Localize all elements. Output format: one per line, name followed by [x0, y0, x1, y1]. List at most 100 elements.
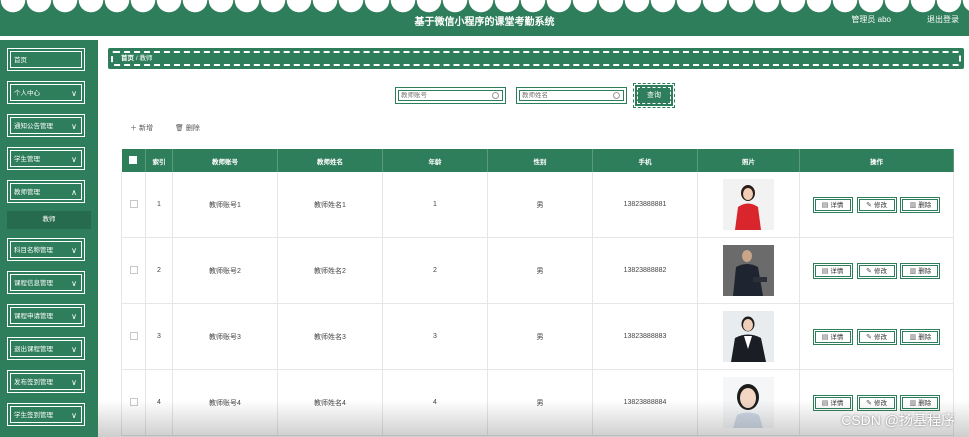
trash-icon: ▥ — [909, 399, 917, 407]
search-icon — [613, 92, 620, 99]
account-cell: 教师账号4 — [172, 369, 278, 436]
query-button[interactable]: 查询 — [633, 83, 675, 108]
column-header: 操作 — [799, 149, 954, 172]
pencil-icon: ✎ — [866, 267, 872, 275]
row-checkbox[interactable] — [129, 199, 138, 208]
app-title: 基于微信小程序的课堂考勤系统 — [414, 17, 555, 28]
teacher-photo — [723, 179, 774, 230]
detail-button[interactable]: ▤ 详情 — [812, 262, 853, 279]
search-icon — [492, 92, 499, 99]
account-cell: 教师账号1 — [172, 172, 278, 238]
column-header: 手机 — [592, 149, 698, 172]
age-cell: 1 — [382, 172, 488, 238]
sidebar-item-course-apply[interactable]: 课程申请管理 ∨ — [7, 304, 85, 327]
watermark: CSDN @扬基程序 — [841, 412, 955, 428]
pencil-icon: ✎ — [866, 201, 872, 209]
chevron-down-icon: ∨ — [71, 345, 77, 354]
row-checkbox[interactable] — [129, 397, 138, 406]
breadcrumb-current: 教师 — [139, 55, 153, 62]
select-all-cell — [121, 149, 146, 172]
phone-cell: 13823888884 — [592, 369, 698, 436]
sidebar-item-label: 课程信息管理 — [14, 280, 53, 287]
column-header: 年龄 — [382, 149, 488, 172]
document-icon: ▤ — [821, 333, 829, 341]
trash-icon: 🗑 — [175, 125, 186, 132]
detail-button[interactable]: ▤ 详情 — [812, 394, 853, 411]
pencil-icon: ✎ — [866, 333, 872, 341]
row-checkbox[interactable] — [129, 331, 138, 340]
sidebar-item-label: 首页 — [14, 57, 27, 64]
edit-button[interactable]: ✎ 修改 — [856, 262, 897, 279]
gender-cell: 男 — [487, 237, 593, 304]
phone-cell: 13823888882 — [592, 237, 698, 304]
sidebar-item-label: 科目名称管理 — [14, 247, 53, 254]
trash-icon: ▥ — [909, 267, 917, 275]
sidebar-item-home[interactable]: 首页 — [7, 48, 85, 71]
sidebar-item-notice[interactable]: 通知公告管理 ∨ — [7, 114, 85, 137]
name-cell: 教师姓名3 — [277, 303, 383, 370]
table-row: 3 教师账号3 教师姓名3 3 男 13823888883 ▤ 详情 ✎ 修改 … — [121, 303, 954, 370]
sidebar-item-label: 发布签到管理 — [14, 379, 53, 386]
sidebar-item-label: 退出课程管理 — [14, 346, 53, 353]
index-cell: 2 — [145, 237, 173, 304]
teacher-account-input[interactable] — [401, 92, 486, 99]
add-button[interactable]: ＋ 新增 — [130, 123, 153, 133]
edit-button[interactable]: ✎ 修改 — [856, 328, 897, 345]
row-checkbox[interactable] — [129, 265, 138, 274]
sidebar-item-teachers[interactable]: 教师管理 ∧ — [7, 180, 85, 203]
phone-cell: 13823888881 — [592, 172, 698, 238]
logout-link[interactable]: 退出登录 — [927, 14, 959, 25]
trash-icon: ▥ — [909, 201, 917, 209]
detail-button[interactable]: ▤ 详情 — [812, 328, 853, 345]
sidebar-item-course-quit[interactable]: 退出课程管理 ∨ — [7, 337, 85, 360]
gender-cell: 男 — [487, 369, 593, 436]
sidebar-item-label: 个人中心 — [14, 90, 40, 97]
table-row: 4 教师账号4 教师姓名4 4 男 13823888884 ▤ 详情 ✎ 修改 … — [121, 369, 954, 436]
delete-button[interactable]: ▥ 删除 — [900, 262, 941, 279]
sidebar-item-student-signin[interactable]: 学生签到管理 ∨ — [7, 403, 85, 426]
sidebar-item-courses[interactable]: 课程信息管理 ∨ — [7, 271, 85, 294]
gender-cell: 男 — [487, 303, 593, 370]
name-cell: 教师姓名1 — [277, 172, 383, 238]
sidebar-subitem-teacher[interactable]: 教师 — [7, 211, 91, 229]
sidebar-item-publish-signin[interactable]: 发布签到管理 ∨ — [7, 370, 85, 393]
teacher-photo — [723, 245, 774, 296]
chevron-down-icon: ∨ — [71, 246, 77, 255]
admin-name: 管理员 abo — [851, 15, 891, 24]
index-cell: 3 — [145, 303, 173, 370]
sidebar-item-label: 课程申请管理 — [14, 313, 53, 320]
detail-button[interactable]: ▤ 详情 — [812, 196, 853, 213]
sidebar-item-subjects[interactable]: 科目名称管理 ∨ — [7, 238, 85, 261]
column-header: 性别 — [487, 149, 593, 172]
chevron-down-icon: ∨ — [71, 378, 77, 387]
edit-button[interactable]: ✎ 修改 — [856, 394, 897, 411]
age-cell: 4 — [382, 369, 488, 436]
name-cell: 教师姓名4 — [277, 369, 383, 436]
account-cell: 教师账号2 — [172, 237, 278, 304]
index-cell: 1 — [145, 172, 173, 238]
delete-button[interactable]: ▥ 删除 — [900, 394, 941, 411]
delete-button[interactable]: ▥ 删除 — [900, 328, 941, 345]
pencil-icon: ✎ — [866, 399, 872, 407]
batch-delete-button[interactable]: 🗑 删除 — [175, 123, 200, 133]
chevron-down-icon: ∨ — [71, 89, 77, 98]
document-icon: ▤ — [821, 267, 829, 275]
teacher-name-input[interactable] — [522, 92, 607, 99]
document-icon: ▤ — [821, 399, 829, 407]
edit-button[interactable]: ✎ 修改 — [856, 196, 897, 213]
column-header: 教师账号 — [172, 149, 278, 172]
column-header: 教师姓名 — [277, 149, 383, 172]
select-all-checkbox[interactable] — [129, 155, 138, 164]
table-header-row: 索引 教师账号 教师姓名 年龄 性别 手机 照片 操作 — [121, 149, 954, 172]
breadcrumb-home[interactable]: 首页 — [121, 55, 134, 62]
age-cell: 2 — [382, 237, 488, 304]
teacher-photo — [723, 311, 774, 362]
sidebar-item-profile[interactable]: 个人中心 ∨ — [7, 81, 85, 104]
index-cell: 4 — [145, 369, 173, 436]
delete-button[interactable]: ▥ 删除 — [900, 196, 941, 213]
account-cell: 教师账号3 — [172, 303, 278, 370]
sidebar-item-students[interactable]: 学生管理 ∨ — [7, 147, 85, 170]
gender-cell: 男 — [487, 172, 593, 238]
chevron-down-icon: ∨ — [71, 122, 77, 131]
top-header: 基于微信小程序的课堂考勤系统 管理员 abo 退出登录 — [0, 0, 969, 36]
